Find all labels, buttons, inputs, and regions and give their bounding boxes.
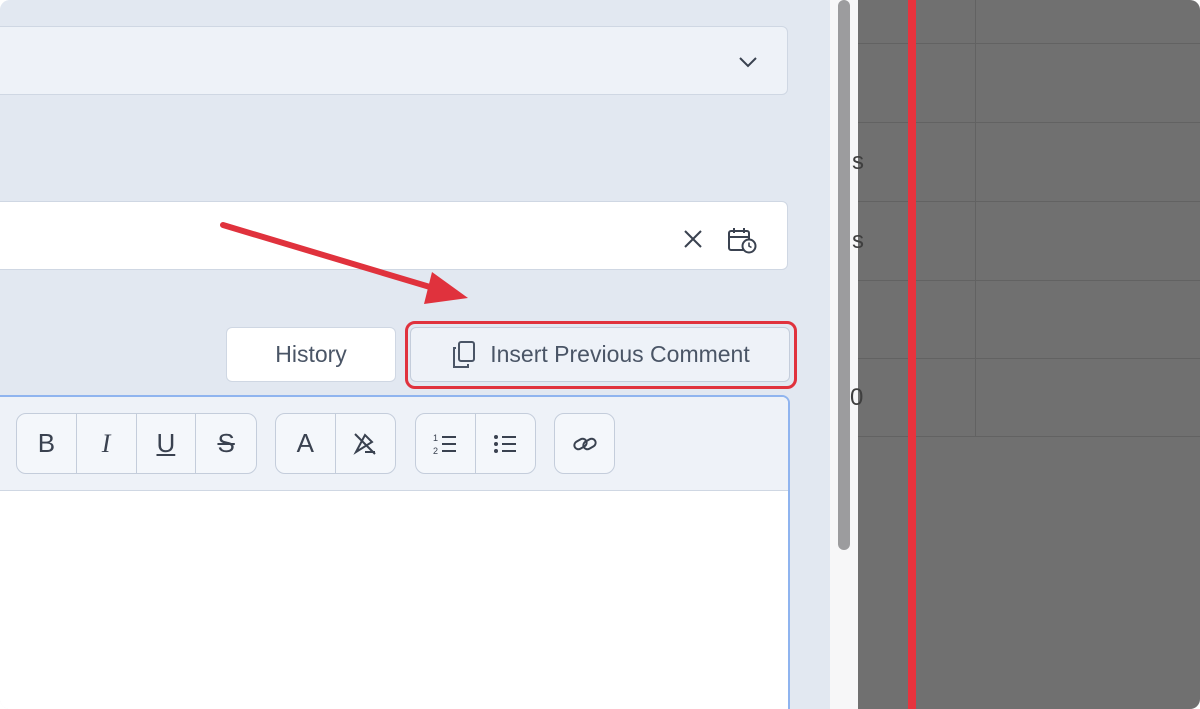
date-field[interactable] <box>0 201 788 270</box>
chevron-down-icon <box>739 57 757 68</box>
calendar-clock-icon[interactable] <box>727 226 757 254</box>
select-dropdown[interactable] <box>0 26 788 95</box>
bold-button[interactable]: B <box>17 414 77 473</box>
color-group: A <box>275 413 396 474</box>
sheet-cell-text: 0 <box>850 384 864 411</box>
link-icon <box>572 437 597 450</box>
bold-glyph: B <box>37 428 56 458</box>
editor-content-area[interactable] <box>0 491 788 709</box>
insert-previous-comment-label: Insert Previous Comment <box>490 341 750 367</box>
clear-format-button[interactable] <box>336 414 396 473</box>
insert-previous-comment-button[interactable]: Insert Previous Comment <box>410 327 790 382</box>
link-group <box>554 413 615 474</box>
clear-icon[interactable] <box>682 228 704 250</box>
ordered-list-icon: 1 2 <box>433 433 457 456</box>
strikethrough-glyph: S <box>217 428 235 458</box>
sheet-cell-text: s <box>852 148 864 175</box>
underline-button[interactable]: U <box>137 414 197 473</box>
bulleted-list-icon <box>494 434 517 453</box>
copy-icon <box>453 340 476 368</box>
text-style-group: B I U S <box>16 413 257 474</box>
scrollbar-thumb[interactable] <box>838 0 850 550</box>
font-color-icon: A <box>296 428 314 458</box>
underline-glyph: U <box>156 428 176 458</box>
italic-glyph: I <box>101 428 111 458</box>
italic-button[interactable]: I <box>77 414 137 473</box>
editor-toolbar: B I U S A 1 2 <box>0 397 788 491</box>
history-label: History <box>275 341 347 367</box>
grid-line <box>975 0 976 436</box>
comment-panel: History Insert Previous Comment B I U S … <box>0 0 830 709</box>
history-button[interactable]: History <box>226 327 396 382</box>
svg-text:2: 2 <box>433 446 438 456</box>
red-column-marker <box>908 0 916 709</box>
list-group: 1 2 <box>415 413 536 474</box>
font-color-button[interactable]: A <box>276 414 336 473</box>
bulleted-list-button[interactable] <box>476 414 536 473</box>
sheet-cell-text: s <box>852 227 864 254</box>
comment-editor[interactable]: B I U S A 1 2 <box>0 395 790 709</box>
ordered-list-button[interactable]: 1 2 <box>416 414 476 473</box>
clear-format-icon <box>353 432 376 455</box>
svg-text:1: 1 <box>433 433 438 443</box>
strikethrough-button[interactable]: S <box>196 414 256 473</box>
panel-scrollbar[interactable] <box>830 0 858 709</box>
screenshot-frame: History Insert Previous Comment B I U S … <box>0 0 1200 709</box>
link-button[interactable] <box>555 414 614 473</box>
